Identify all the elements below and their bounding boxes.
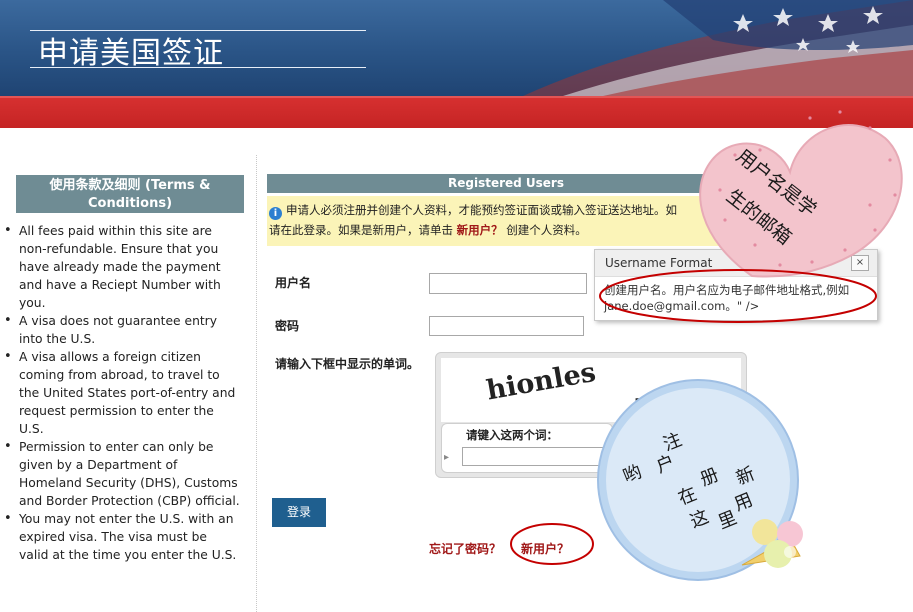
highlight-oval-username: [599, 269, 877, 323]
highlight-oval-new-user: [510, 523, 594, 565]
annotation-overlay: [510, 110, 903, 581]
